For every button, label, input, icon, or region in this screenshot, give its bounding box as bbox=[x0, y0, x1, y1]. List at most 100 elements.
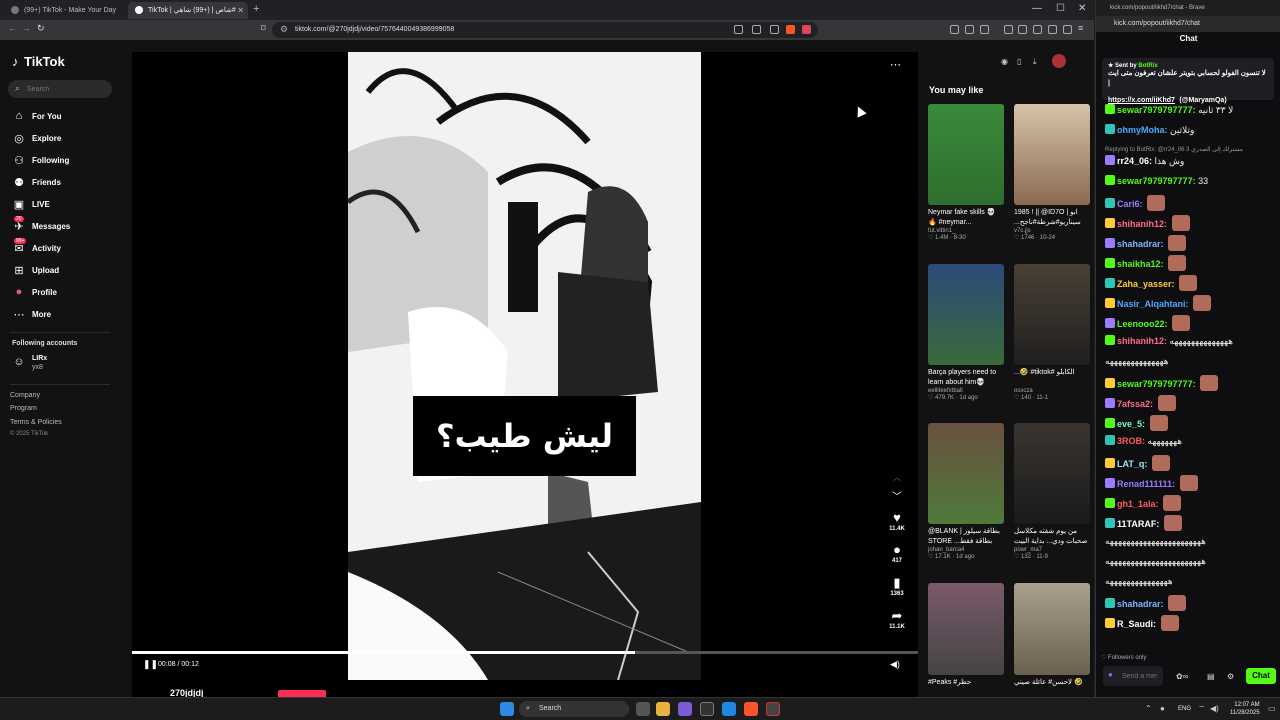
rec-card[interactable]: @BLANK | ‎بطاقة سيلور ‎STORE ‎...بطاقة ف… bbox=[928, 423, 1004, 560]
sidebar-item-for-you[interactable]: ⌂ For You bbox=[12, 108, 117, 126]
chat-message[interactable]: Renad111111: bbox=[1105, 475, 1275, 491]
footer-terms[interactable]: Terms & Policies bbox=[10, 419, 62, 426]
sidebar-icon[interactable] bbox=[1018, 25, 1027, 34]
pinned-link[interactable]: https://x.com/iiKhd7 bbox=[1108, 97, 1175, 104]
next-video-icon[interactable]: ﹀ bbox=[882, 488, 912, 503]
rec-card[interactable]: Neymar fake skills 💀🔥 #neymar... fut.vitt… bbox=[928, 104, 1004, 241]
extension-2-icon[interactable] bbox=[965, 25, 974, 34]
chat-message[interactable]: shahadrar: bbox=[1105, 235, 1275, 251]
chat-message[interactable]: ههههههههههههههه bbox=[1105, 355, 1275, 367]
extensions-icon[interactable] bbox=[1048, 25, 1057, 34]
extension-1-icon[interactable] bbox=[950, 25, 959, 34]
chat-username[interactable]: 3ROB: bbox=[1117, 436, 1145, 446]
pinned-message[interactable]: ★ Sent by BotRix لا تنسون الفولو لحسابي … bbox=[1102, 58, 1274, 104]
rec-card[interactable]: ‎عائلة صيني ‎#لاحسن 🤣😹 bbox=[1014, 583, 1090, 688]
comment-button[interactable]: ● 417 bbox=[882, 542, 912, 564]
chat-username[interactable]: 11TARAF: bbox=[1117, 519, 1159, 529]
brave-shields-icon[interactable] bbox=[786, 25, 795, 34]
chat-message[interactable]: rr24_06: وش هذا bbox=[1105, 155, 1275, 167]
chat-message[interactable]: sewar7979797777: bbox=[1105, 375, 1275, 391]
like-button[interactable]: ♥ 11.4K bbox=[882, 510, 912, 532]
search-input[interactable] bbox=[27, 82, 107, 96]
wallet-icon[interactable] bbox=[1033, 25, 1042, 34]
site-info-icon[interactable]: ⚙ bbox=[280, 24, 288, 35]
chat-username[interactable]: Zaha_yasser: bbox=[1117, 279, 1175, 289]
chat-message[interactable]: sewar7979797777: 33 bbox=[1105, 175, 1275, 187]
brave-rewards-icon[interactable] bbox=[802, 25, 811, 34]
prev-video-icon[interactable]: ︿ bbox=[882, 472, 912, 483]
sidebar-item-live[interactable]: ▣ LIVE bbox=[12, 196, 117, 214]
chat-username[interactable]: shihanih12: bbox=[1117, 336, 1167, 346]
chat-username[interactable]: shihanih12: bbox=[1117, 219, 1167, 229]
rec-card[interactable]: ‎من يوم شفته مكلاسل بداية البيت ‎...صحبا… bbox=[1014, 423, 1090, 560]
url-field[interactable]: ⚙ tiktok.com/@270jdjdj/video/75764400493… bbox=[272, 22, 818, 38]
compass-tool-icon[interactable]: ◉ bbox=[1001, 57, 1008, 66]
wifi-icon[interactable]: ⌔ bbox=[1198, 704, 1206, 714]
chat-message[interactable]: shihanih12: bbox=[1105, 215, 1275, 231]
taskbar-search[interactable]: ⌕ Search bbox=[519, 701, 629, 717]
sidebar-item-friends[interactable]: ⚉ Friends bbox=[12, 174, 117, 192]
chat-username[interactable]: eve_5: bbox=[1117, 419, 1145, 429]
app-icon[interactable] bbox=[700, 702, 714, 716]
start-icon[interactable] bbox=[500, 702, 514, 716]
rec-card[interactable]: Barça players need to learn about him💀 ee… bbox=[928, 264, 1004, 401]
reload-icon[interactable]: ↻ bbox=[37, 23, 45, 34]
chat-url-field[interactable]: kick.com/popout/iikhd7/chat bbox=[1096, 16, 1280, 32]
chat-message[interactable]: هههههههههههههههههههههههه bbox=[1105, 535, 1275, 547]
menu-icon[interactable]: ≡ bbox=[1078, 23, 1083, 33]
close-window-icon[interactable]: ✕ bbox=[1078, 3, 1086, 14]
gift-icon[interactable]: ▤ bbox=[1207, 672, 1215, 681]
obs-icon[interactable] bbox=[766, 702, 780, 716]
maximize-icon[interactable]: ☐ bbox=[1056, 3, 1065, 14]
chat-username[interactable]: Leenooo22: bbox=[1117, 319, 1168, 329]
footer-company[interactable]: Company bbox=[10, 392, 40, 399]
chat-message[interactable]: shahadrar: bbox=[1105, 595, 1275, 611]
taskbar-clock[interactable]: 12:07 AM 11/28/2025 bbox=[1230, 701, 1260, 717]
chat-message[interactable]: 3ROB: هههههههه bbox=[1105, 435, 1275, 447]
tray-mic-icon[interactable]: ● bbox=[1160, 704, 1165, 713]
share-button[interactable]: ➦ 11.1K bbox=[882, 608, 912, 630]
chat-message[interactable]: هههههههههههههههه bbox=[1105, 575, 1275, 587]
chat-username[interactable]: shahadrar: bbox=[1117, 599, 1164, 609]
brave-icon[interactable] bbox=[744, 702, 758, 716]
rec-card[interactable]: ...🤣 #tiktok# ‎الكابلو osxcza ♡ 140 · 11-1 bbox=[1014, 264, 1090, 401]
chat-username[interactable]: shaikha12: bbox=[1117, 259, 1164, 269]
new-tab-icon[interactable]: + bbox=[253, 3, 259, 15]
chat-username[interactable]: sewar7979797777: bbox=[1117, 379, 1196, 389]
chat-username[interactable]: R_Saudi: bbox=[1117, 619, 1156, 629]
sidebar-item-more[interactable]: ⋯ More bbox=[12, 306, 117, 324]
sidebar-item-activity[interactable]: ✉ 99+ Activity bbox=[12, 238, 117, 258]
chat-message[interactable]: Cari6: bbox=[1105, 195, 1275, 211]
chat-message[interactable]: sewar7979797777: لا ٣٣ ثانيه bbox=[1105, 104, 1275, 116]
chat-message[interactable]: 7afssa2: bbox=[1105, 395, 1275, 411]
edge-icon[interactable] bbox=[722, 702, 736, 716]
pause-icon[interactable]: ❚❚ bbox=[143, 659, 158, 670]
chat-message[interactable]: shihanih12: ههههههههههههههه bbox=[1105, 335, 1275, 347]
chat-message[interactable]: Nasir_Alqahtani: bbox=[1105, 295, 1275, 311]
chat-username[interactable]: 7afssa2: bbox=[1117, 399, 1153, 409]
following-account[interactable]: ☺ LIRx yx8 bbox=[12, 354, 117, 372]
chat-message[interactable]: R_Saudi: bbox=[1105, 615, 1275, 631]
chat-message[interactable]: LAT_q: bbox=[1105, 455, 1275, 471]
chat-username[interactable]: sewar7979797777: bbox=[1117, 176, 1196, 186]
device-icon[interactable]: ▯ bbox=[1017, 57, 1021, 66]
media-icon[interactable] bbox=[734, 25, 743, 34]
rec-card[interactable]: 1985 ! || @ID7O | ‎ابو ‎...سيناريو#شرطة#… bbox=[1014, 104, 1090, 241]
chat-username[interactable]: Cari6: bbox=[1117, 199, 1143, 209]
vpn-icon[interactable] bbox=[1063, 25, 1072, 34]
chat-message-input[interactable] bbox=[1122, 669, 1157, 683]
sidebar-item-explore[interactable]: ◎ Explore bbox=[12, 130, 117, 148]
volume-icon[interactable]: ◀) bbox=[890, 659, 900, 670]
chat-message[interactable]: ohmyMoha: وثلاثين bbox=[1105, 124, 1275, 136]
save-button[interactable]: ▮ 1363 bbox=[882, 575, 912, 597]
chat-message[interactable]: gh1_1ala: bbox=[1105, 495, 1275, 511]
sidebar-item-messages[interactable]: ✈ 20 Messages bbox=[12, 216, 117, 236]
notification-icon[interactable]: ▭ bbox=[1268, 704, 1276, 713]
volume-tray-icon[interactable]: ◀) bbox=[1210, 704, 1219, 713]
extension-3-icon[interactable] bbox=[980, 25, 989, 34]
sidebar-item-following[interactable]: ⚇ Following bbox=[12, 152, 117, 170]
chat-username[interactable]: rr24_06: bbox=[1117, 156, 1152, 166]
tray-chevron-icon[interactable]: ⌃ bbox=[1145, 704, 1152, 713]
video-player[interactable]: ليش طيب؟ ⋯ ︿ ﹀ ♥ 11.4K ● 417 ▮ 1363 ➦ 11.1K … bbox=[132, 52, 918, 697]
sidebar-item-profile[interactable]: ● Profile bbox=[12, 284, 117, 302]
